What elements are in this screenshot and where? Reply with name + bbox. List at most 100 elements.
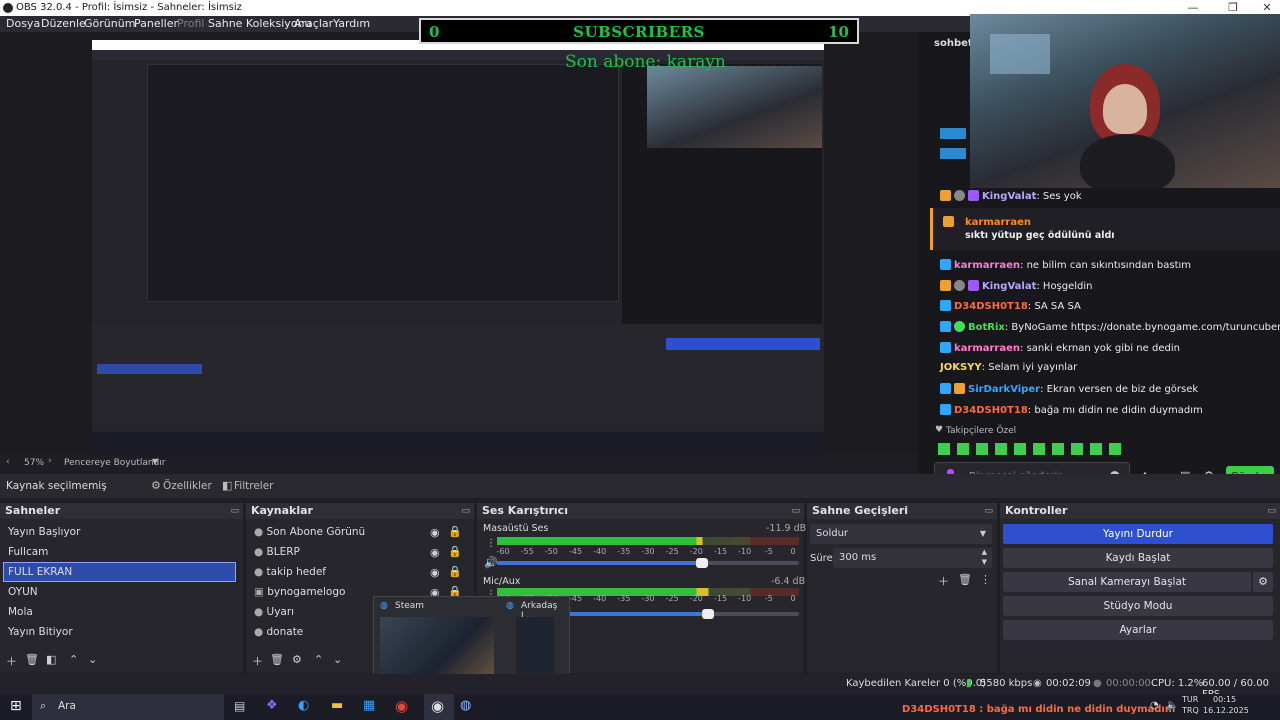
menu-docks[interactable]: Paneller — [134, 17, 178, 30]
scene-item[interactable]: Fullcam — [4, 543, 235, 561]
lock-icon[interactable]: 🔒 — [448, 565, 462, 578]
edge-icon[interactable]: ◐ — [298, 698, 309, 713]
nested-taskbar — [92, 432, 824, 452]
trash-icon[interactable]: 🗑 — [958, 573, 972, 586]
properties-button[interactable]: Özellikler — [163, 480, 212, 492]
dock-menu-icon[interactable]: ▭ — [984, 503, 993, 519]
nested-preview — [147, 64, 619, 302]
language-top[interactable]: TUR — [1182, 695, 1198, 704]
spin-down-icon[interactable]: ▼ — [982, 558, 987, 566]
scene-item[interactable]: OYUN — [4, 583, 235, 601]
network-icon[interactable]: ◔ — [1150, 700, 1159, 711]
windows-start-icon[interactable]: ⊞ — [10, 698, 22, 714]
friends-window-thumbnail[interactable] — [516, 617, 554, 681]
chat-username[interactable]: karmarraen — [954, 343, 1020, 354]
menu-help[interactable]: Yardım — [333, 17, 370, 30]
taskbar-search[interactable]: ⌕ Ara — [32, 694, 224, 720]
steam-window-thumbnail[interactable] — [380, 617, 494, 681]
gear-icon[interactable]: ⚙ — [1253, 572, 1273, 592]
fit-to-window-label[interactable]: Pencereye Boyutlandır — [64, 458, 165, 468]
menu-edit[interactable]: Düzenle — [41, 17, 86, 30]
chat-username[interactable]: KingValat — [982, 281, 1036, 292]
dock-menu-icon[interactable]: ▭ — [230, 503, 239, 519]
file-explorer-icon[interactable]: ▬ — [331, 698, 343, 713]
chat-username[interactable]: JOKSYY — [940, 362, 982, 373]
add-scene-icon[interactable]: ＋ — [6, 653, 17, 669]
volume-slider[interactable] — [497, 558, 799, 568]
chat-username[interactable]: karmarraen — [954, 260, 1020, 271]
store-icon[interactable]: ▦ — [363, 698, 375, 713]
lock-icon[interactable]: 🔒 — [448, 525, 462, 538]
emote-row[interactable] — [938, 443, 1124, 455]
copilot-icon[interactable]: ❖ — [266, 698, 278, 713]
language-bottom[interactable]: TRQ — [1182, 706, 1199, 715]
gear-icon[interactable]: ⚙ — [292, 653, 302, 666]
eye-icon[interactable]: ◉ — [430, 526, 440, 539]
spin-up-icon[interactable]: ▲ — [982, 548, 987, 556]
chat-username[interactable]: karmarraen — [965, 217, 1031, 228]
transition-select[interactable]: Soldur ▼ — [810, 524, 992, 544]
start-virtual-camera-button[interactable]: Sanal Kamerayı Başlat — [1003, 572, 1251, 592]
speaker-icon[interactable]: 🔊 — [484, 556, 498, 569]
filters-button[interactable]: Filtreler — [234, 480, 273, 492]
arrow-up-icon[interactable]: ⌃ — [314, 653, 323, 666]
volume-icon[interactable]: 🔈 — [1166, 700, 1178, 711]
task-view-icon[interactable]: ▤ — [234, 699, 245, 713]
scene-item[interactable]: Yayın Başlıyor — [4, 523, 235, 541]
kebab-menu-icon[interactable]: ⋮ — [980, 573, 991, 586]
slider-knob[interactable] — [702, 609, 715, 619]
arrow-down-icon[interactable]: ⌄ — [88, 653, 97, 666]
trash-icon[interactable]: 🗑 — [270, 653, 284, 666]
chat-message: karmarraen: sanki ekrnan yok gibi ne ded… — [940, 342, 1180, 354]
dock-menu-icon[interactable]: ▭ — [461, 503, 470, 519]
meter-tick-label: -50 — [544, 547, 558, 556]
badge-icon — [940, 404, 951, 415]
filter-icon[interactable]: ◧ — [46, 653, 56, 666]
meter-tick-label: -60 — [496, 547, 510, 556]
arrow-up-icon[interactable]: ⌃ — [69, 653, 78, 666]
arrow-down-icon[interactable]: ⌄ — [333, 653, 342, 666]
stop-streaming-button[interactable]: Yayını Durdur — [1003, 524, 1273, 544]
badge-icon — [940, 342, 951, 353]
chat-username[interactable]: D34DSH0T18 — [954, 301, 1028, 312]
channel-menu-icon[interactable]: ⋮ — [486, 538, 496, 549]
menu-file[interactable]: Dosya — [6, 17, 40, 30]
chat-username[interactable]: KingValat — [982, 191, 1036, 202]
add-transition-icon[interactable]: ＋ — [938, 573, 949, 589]
arrow-right-icon[interactable]: › — [48, 456, 52, 466]
stream-icon: ◉ — [1033, 678, 1042, 689]
chat-username[interactable]: BotRix — [968, 322, 1005, 333]
menu-view[interactable]: Görünüm — [84, 17, 135, 30]
scene-item[interactable]: Mola — [4, 603, 235, 621]
settings-button[interactable]: Ayarlar — [1003, 620, 1273, 640]
steam-icon[interactable]: ◍ — [460, 698, 471, 713]
trash-icon[interactable]: 🗑 — [25, 653, 39, 666]
slider-knob[interactable] — [696, 558, 709, 568]
clock-date[interactable]: 16.12.2025 — [1203, 706, 1249, 715]
slider-fill — [497, 561, 703, 565]
eye-icon[interactable]: ◉ — [430, 546, 440, 559]
chat-username[interactable]: SirDarkViper — [968, 384, 1040, 395]
dock-menu-icon[interactable]: ▭ — [1267, 503, 1276, 519]
stream-time: 00:02:09 — [1046, 678, 1091, 689]
browser-icon: ● — [254, 626, 264, 638]
clock-time[interactable]: 00:15 — [1213, 695, 1236, 704]
filter-icon[interactable]: ◧ — [222, 479, 232, 492]
gear-icon[interactable]: ⚙ — [151, 479, 161, 492]
arrow-left-icon[interactable]: ‹ — [6, 457, 10, 467]
scene-item[interactable]: Yayın Bitiyor — [4, 623, 235, 641]
add-source-icon[interactable]: ＋ — [252, 653, 263, 669]
menu-tools[interactable]: Araçlar — [294, 17, 333, 30]
scene-item-selected[interactable]: FULL EKRAN — [3, 562, 236, 582]
studio-mode-button[interactable]: Stüdyo Modu — [1003, 596, 1273, 616]
menu-profile[interactable]: Profil — [177, 17, 204, 30]
dock-menu-icon[interactable]: ▭ — [791, 503, 800, 519]
start-recording-button[interactable]: Kaydı Başlat — [1003, 548, 1273, 568]
eye-icon[interactable]: ◉ — [430, 566, 440, 579]
chrome-icon[interactable]: ◉ — [395, 697, 408, 715]
obs-taskbar-button[interactable]: ◉ — [424, 694, 454, 720]
chat-username[interactable]: D34DSH0T18 — [954, 405, 1028, 416]
chevron-down-icon[interactable]: ▼ — [152, 457, 158, 466]
duration-input[interactable]: 300 ms ▲ ▼ — [833, 548, 992, 568]
lock-icon[interactable]: 🔒 — [448, 545, 462, 558]
